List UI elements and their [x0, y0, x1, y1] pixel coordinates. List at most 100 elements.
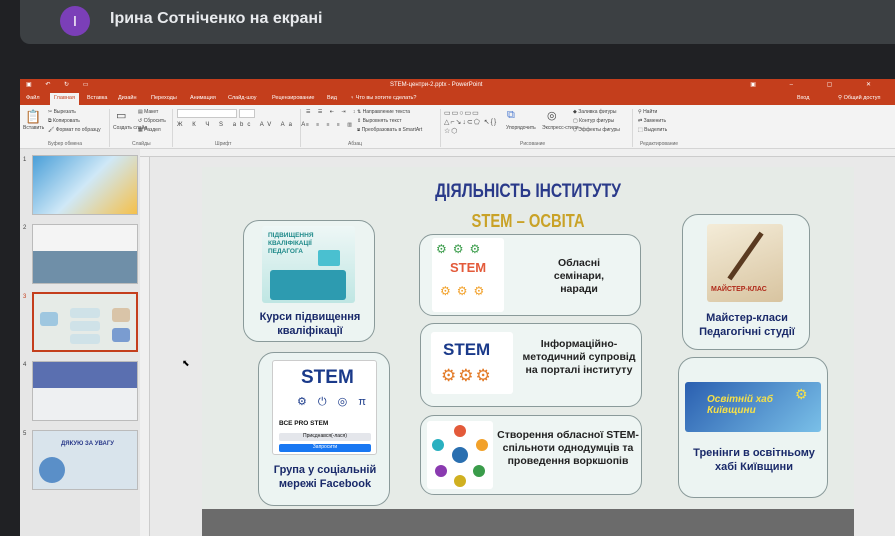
align-buttons[interactable]: ≡ ≡ ≡ ≡ ▥	[306, 122, 355, 128]
select-button[interactable]: ⬚ Выделить	[638, 127, 667, 133]
slide-thumbnail-3[interactable]	[32, 292, 138, 352]
share-button[interactable]: ⚲ Общий доступ	[838, 95, 881, 101]
tell-me-box[interactable]: ♀ Что вы хотите сделать?	[350, 95, 416, 101]
master-class-image-text: МАЙСТЕР-КЛАС	[711, 286, 767, 293]
tab-slideshow[interactable]: Слайд-шоу	[228, 95, 257, 101]
slide-thumbnail-1[interactable]	[32, 155, 138, 215]
window-title: STEM-центри-2.pptx - PowerPoint	[390, 82, 483, 88]
font-family-select[interactable]	[177, 109, 237, 118]
separator	[440, 109, 441, 147]
tab-review[interactable]: Рецензирование	[272, 95, 314, 101]
shape-outline-button[interactable]: ▢ Контур фигуры	[573, 118, 614, 124]
master-class-image: МАЙСТЕР-КЛАС	[707, 224, 783, 302]
tab-home[interactable]: Главная	[50, 93, 79, 105]
ribbon: 📋 Вставить ✂ Вырезать ⧉ Копировать 🖌 Фор…	[20, 105, 895, 149]
smartart-button[interactable]: ⧈ Преобразовать в SmartArt	[357, 127, 422, 133]
info-caption: Інформаційно-методичний супровід на порт…	[522, 338, 636, 376]
layout-label: Макет	[144, 109, 159, 115]
gears-icon: ⚙⚙⚙	[440, 284, 491, 298]
signin-link[interactable]: Вход	[797, 95, 809, 101]
courses-card: ПІДВИЩЕННЯ КВАЛІФІКАЦІЇ ПЕДАГОГА Курси п…	[243, 220, 375, 342]
current-slide[interactable]: ДІЯЛЬНІСТЬ ІНСТИТУТУ STEM – ОСВІТА ПІДВИ…	[202, 167, 854, 536]
align-text-button[interactable]: ⇕ Выровнять текст	[357, 118, 402, 124]
facebook-image: STEM ⚙ ⏻ ◎ π ВСЕ PRO STEM Приєднався(-ла…	[272, 360, 377, 455]
community-caption: Створення обласної STEM-спільноти одноду…	[497, 429, 639, 467]
window-controls[interactable]: ▣ ‒ ▢ ✕	[750, 81, 887, 88]
group-editing: Редактирование	[640, 141, 679, 147]
fb-joined-button: Приєднався(-лася)	[279, 433, 371, 441]
list-buttons[interactable]: ☰ ☰ ⇤ ⇥ ↕	[306, 109, 358, 115]
font-format-buttons[interactable]: Ж К Ч S abc AV Aa A	[177, 122, 309, 128]
slide-number: 4	[23, 362, 27, 368]
slide-thumbnails-pane: 1 2 3 4 5 ДЯКУЮ ЗА УВАГУ	[20, 149, 140, 536]
mouse-cursor-icon: ⬉	[182, 358, 190, 368]
layout-button[interactable]: ▤ Макет	[138, 109, 158, 115]
pen-icon	[727, 231, 764, 281]
cut-label: Вырезать	[53, 109, 76, 115]
slide-thumbnail-4[interactable]	[32, 361, 138, 421]
vertical-ruler	[140, 157, 150, 536]
shape-outline-label: Контур фигуры	[579, 118, 615, 124]
gear-icon: ⚙	[795, 386, 808, 402]
seminars-image: STEM ⚙⚙⚙ ⚙⚙⚙	[432, 238, 504, 312]
separator	[172, 109, 173, 147]
thumb-thanks-text: ДЯКУЮ ЗА УВАГУ	[61, 441, 114, 447]
tab-view[interactable]: Вид	[327, 95, 337, 101]
shape-effects-button[interactable]: ◇ Эффекты фигуры	[573, 127, 620, 133]
separator	[109, 109, 110, 147]
shape-fill-label: Заливка фигуры	[578, 109, 617, 115]
people-circle-icon	[432, 425, 488, 487]
group-font: Шрифт	[215, 141, 232, 147]
replace-label: Заменить	[643, 118, 667, 124]
replace-button[interactable]: ⇄ Заменить	[638, 118, 666, 124]
seminars-card: STEM ⚙⚙⚙ ⚙⚙⚙ Обласні семінари, наради	[419, 234, 641, 316]
tab-file[interactable]: Файл	[26, 95, 40, 101]
courses-caption: Курси підвищення кваліфікації	[259, 311, 361, 337]
find-label: Найти	[643, 109, 658, 115]
slide-number: 1	[23, 157, 27, 163]
format-painter-button[interactable]: 🖌 Формат по образцу	[48, 127, 101, 133]
cut-button[interactable]: ✂ Вырезать	[48, 109, 76, 115]
facebook-card: STEM ⚙ ⏻ ◎ π ВСЕ PRO STEM Приєднався(-ла…	[258, 352, 390, 506]
tab-insert[interactable]: Вставка	[87, 95, 107, 101]
paste-button[interactable]: Вставить	[23, 125, 44, 131]
tab-animations[interactable]: Анимация	[190, 95, 216, 101]
paste-icon[interactable]: 📋	[25, 109, 41, 125]
tab-design[interactable]: Дизайн	[118, 95, 137, 101]
arrange-button[interactable]: Упорядочить	[506, 125, 536, 131]
format-painter-label: Формат по образцу	[55, 127, 101, 133]
tab-transitions[interactable]: Переходы	[151, 95, 177, 101]
slide-thumbnail-5[interactable]: ДЯКУЮ ЗА УВАГУ	[32, 430, 138, 490]
shared-screen: ▣ ↶ ↻ ▭ STEM-центри-2.pptx - PowerPoint …	[20, 79, 895, 536]
community-card: Створення обласної STEM-спільноти одноду…	[420, 415, 642, 495]
arrange-icon[interactable]: ⧉	[507, 109, 515, 122]
gears-icon: ⚙⚙⚙	[441, 366, 493, 385]
font-size-select[interactable]	[239, 109, 255, 118]
master-class-card: МАЙСТЕР-КЛАС Майстер-класи Педагогічні с…	[682, 214, 810, 350]
reset-button[interactable]: ↺ Сбросить	[138, 118, 166, 124]
shapes-gallery[interactable]: ▭▭○▭▭ △⌐↘↓⊂⬠ ↖{}☆⬡	[444, 109, 500, 137]
slide-number: 5	[23, 431, 27, 437]
new-slide-icon[interactable]: ▭	[116, 109, 126, 122]
quick-styles-icon[interactable]: ◎	[547, 109, 557, 122]
copy-button[interactable]: ⧉ Копировать	[48, 118, 80, 124]
share-label: Общий доступ	[843, 95, 881, 101]
text-direction-button[interactable]: ⇅ Направление текста	[357, 109, 410, 115]
avatar: I	[60, 6, 90, 36]
separator	[300, 109, 301, 147]
gears-icon: ⚙⚙⚙	[436, 242, 487, 256]
slide-editing-area[interactable]: ДІЯЛЬНІСТЬ ІНСТИТУТУ STEM – ОСВІТА ПІДВИ…	[150, 157, 895, 536]
slide-title: ДІЯЛЬНІСТЬ ІНСТИТУТУ	[435, 181, 621, 202]
info-stem-logo: STEM	[443, 340, 491, 359]
find-button[interactable]: ⚲ Найти	[638, 109, 657, 115]
section-button[interactable]: ▦ Раздел	[138, 127, 161, 133]
ppt-title-bar: ▣ ↶ ↻ ▭ STEM-центри-2.pptx - PowerPoint …	[20, 79, 895, 92]
presenter-label: Ірина Сотніченко на екрані	[110, 10, 323, 27]
quick-access-icons[interactable]: ▣ ↶ ↻ ▭	[26, 81, 94, 88]
align-text-label: Выровнять текст	[362, 118, 402, 124]
seminars-stem-logo: STEM	[450, 260, 487, 275]
slide-thumbnail-2[interactable]	[32, 224, 138, 284]
master-class-caption: Майстер-класи Педагогічні студії	[699, 312, 795, 338]
shape-fill-button[interactable]: ◆ Заливка фигуры	[573, 109, 616, 115]
text-direction-label: Направление текста	[362, 109, 410, 115]
